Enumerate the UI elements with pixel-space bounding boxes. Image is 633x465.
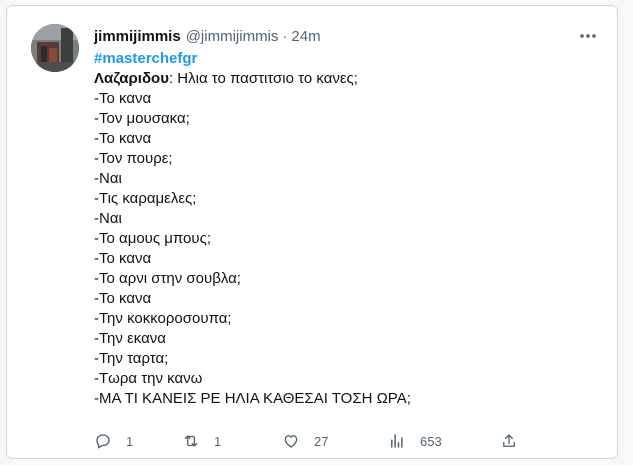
tweet-line: -Ναι (94, 210, 122, 227)
tweet-line: -Το αμους μπους; (94, 230, 211, 247)
avatar-image (31, 24, 79, 72)
reply-icon (96, 434, 110, 449)
tweet-line: -Την κοκκοροσουπα; (94, 310, 232, 327)
display-name[interactable]: jimmijimmis (94, 28, 181, 45)
avatar[interactable] (31, 24, 79, 72)
retweet-count: 1 (214, 433, 222, 449)
like-count: 27 (314, 433, 329, 449)
views-count: 653 (420, 433, 442, 449)
tweet-header: jimmijimmis @jimmijimmis · 24m (94, 26, 597, 46)
more-icon (580, 34, 596, 38)
tweet-text: #masterchefgr Λαζαριδου: Ηλια το παστιτσ… (94, 49, 594, 409)
tweet-line: -Την εκανα (94, 330, 166, 347)
retweet-icon (184, 435, 198, 447)
tweet-line: -Το κανα (94, 250, 152, 267)
share-button[interactable] (500, 430, 518, 452)
hashtag-link[interactable]: #masterchefgr (94, 50, 197, 67)
like-icon (284, 435, 298, 448)
more-button[interactable] (577, 28, 599, 44)
views-button[interactable]: 653 (388, 430, 442, 452)
tweet-line: -Τις καραμελες; (94, 190, 197, 207)
tweet-line: -ΜΑ ΤΙ ΚΑΝΕΙΣ ΡΕ ΗΛΙΑ ΚΑΘΕΣΑΙ ΤΟΣΗ ΩΡΑ; (94, 390, 411, 407)
reply-count: 1 (126, 433, 134, 449)
separator-dot: · (282, 27, 288, 45)
tweet-line: -Το αρνι στην σουβλα; (94, 270, 241, 287)
user-handle[interactable]: @jimmijimmis (186, 28, 279, 45)
tweet-card[interactable]: jimmijimmis @jimmijimmis · 24m #masterch… (6, 5, 618, 459)
reply-button[interactable]: 1 (94, 430, 133, 452)
share-icon (503, 434, 515, 447)
retweet-button[interactable]: 1 (182, 430, 221, 452)
tweet-line: -Το κανα (94, 130, 152, 147)
tweet-line: -Τωρα την κανω (94, 370, 203, 387)
tweet-line: -Τον πουρε; (94, 150, 173, 167)
tweet-line: -Τον μουσακα; (94, 110, 190, 127)
like-button[interactable]: 27 (282, 430, 328, 452)
views-icon (391, 434, 403, 448)
tweet-line: -Το κανα (94, 90, 152, 107)
timestamp[interactable]: 24m (291, 28, 320, 45)
first-line-text: : Ηλια το παστιτσιο το κανες; (168, 70, 358, 87)
tweet-line: -Ναι (94, 170, 122, 187)
action-bar: 1 1 27 653 (94, 430, 524, 452)
tweet-line: -Το κανα (94, 290, 152, 307)
tweet-line: Λαζαριδου: Ηλια το παστιτσιο το κανες; (94, 69, 594, 89)
bold-name: Λαζαριδου (94, 70, 169, 87)
tweet-line: -Την ταρτα; (94, 350, 169, 367)
